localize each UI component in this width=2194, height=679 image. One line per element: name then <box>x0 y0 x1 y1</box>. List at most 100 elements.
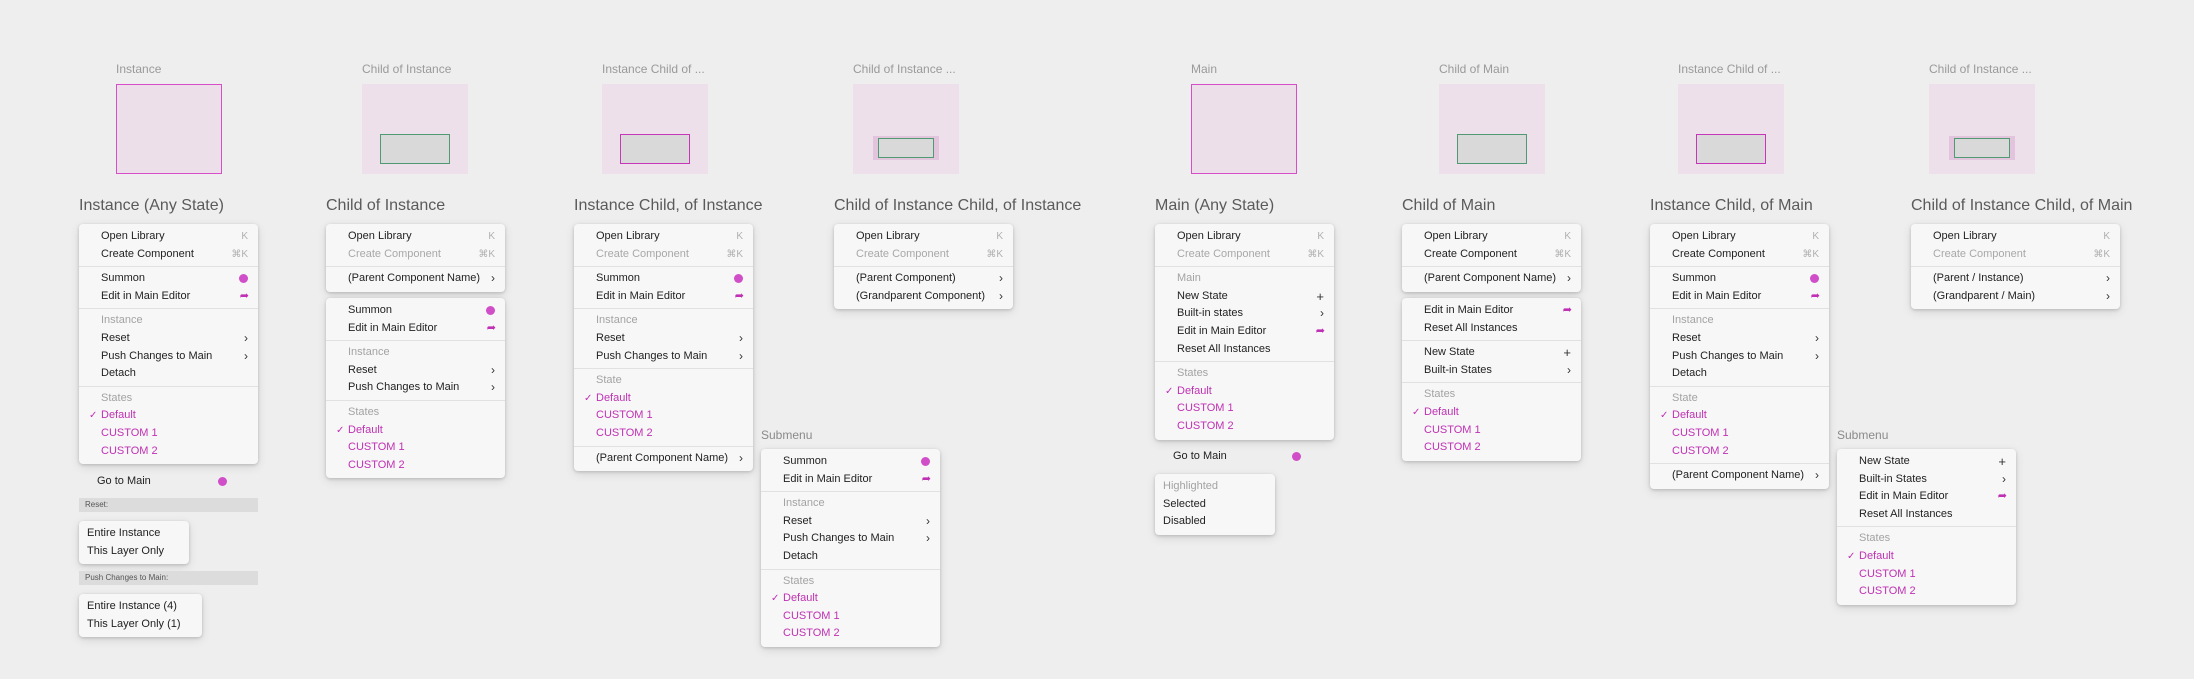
thumb-frame[interactable] <box>1929 84 2035 174</box>
menu-item-grandparent-component[interactable]: (Grandparent Component) › <box>834 288 1013 306</box>
menu-item-push-changes[interactable]: Push Changes to Main › <box>761 530 940 548</box>
menu-item-open-library[interactable]: Open Library K <box>1911 228 2120 246</box>
menu-item-summon[interactable]: Summon <box>761 453 940 471</box>
menu-item-edit-main[interactable]: Edit in Main Editor ➦ <box>79 288 258 306</box>
thumb-frame[interactable] <box>1191 84 1297 174</box>
menu-item-state-custom1[interactable]: CUSTOM 1 <box>1650 425 1829 443</box>
thumb-frame[interactable] <box>1678 84 1784 174</box>
menu-item-edit-main[interactable]: Edit in Main Editor ➦ <box>761 471 940 489</box>
menu-item-disabled[interactable]: Disabled <box>1155 513 1275 531</box>
menu-item-create-component[interactable]: Create Component ⌘K <box>1402 246 1581 264</box>
menu-item-state-default[interactable]: ✓ Default <box>1402 404 1581 422</box>
menu-item-new-state[interactable]: New State + <box>1402 344 1581 362</box>
menu-item-state-custom2[interactable]: CUSTOM 2 <box>574 425 753 443</box>
menu-item-reset-all[interactable]: Reset All Instances <box>1837 506 2016 524</box>
menu-item-summon[interactable]: Summon <box>326 302 505 320</box>
menu-item-push-changes[interactable]: Push Changes to Main › <box>1650 348 1829 366</box>
menu-item-state-custom1[interactable]: CUSTOM 1 <box>574 407 753 425</box>
menu-item-state-custom1[interactable]: CUSTOM 1 <box>1402 422 1581 440</box>
menu-item-state-custom2[interactable]: CUSTOM 2 <box>761 625 940 643</box>
menu-item-detach[interactable]: Detach <box>79 365 258 383</box>
menu-item-state-custom2[interactable]: CUSTOM 2 <box>1402 439 1581 457</box>
label: Default <box>1859 549 1894 562</box>
menu-item-open-library[interactable]: Open Library K <box>79 228 258 246</box>
thumb-frame[interactable] <box>602 84 708 174</box>
menu-item-detach[interactable]: Detach <box>1650 365 1829 383</box>
menu-item-edit-main[interactable]: Edit in Main Editor ➦ <box>1155 323 1334 341</box>
menu-item-state-default[interactable]: ✓ Default <box>574 390 753 408</box>
menu-item-state-default[interactable]: ✓ Default <box>79 407 258 425</box>
menu-item-reset[interactable]: Reset › <box>326 362 505 380</box>
menu-item-reset[interactable]: Reset › <box>79 330 258 348</box>
highlight-state-menu: Highlighted Selected Disabled <box>1155 474 1275 535</box>
menu-item-builtin-states[interactable]: Built-in States › <box>1837 471 2016 489</box>
menu-item-parent-component[interactable]: (Parent Component) › <box>834 270 1013 288</box>
menu-item-state-default[interactable]: ✓ Default <box>326 422 505 440</box>
shortcut: K <box>996 231 1003 242</box>
menu-item-builtin-states[interactable]: Built-in states › <box>1155 305 1334 323</box>
menu-item-this-layer-only[interactable]: This Layer Only <box>79 543 189 561</box>
menu-item-open-library[interactable]: Open Library K <box>1650 228 1829 246</box>
thumb-frame[interactable] <box>853 84 959 174</box>
menu-item-state-custom1[interactable]: CUSTOM 1 <box>79 425 258 443</box>
menu-item-reset[interactable]: Reset › <box>761 513 940 531</box>
menu-item-grandparent-main[interactable]: (Grandparent / Main) › <box>1911 288 2120 306</box>
menu-item-summon[interactable]: Summon <box>574 270 753 288</box>
menu-item-state-custom1[interactable]: CUSTOM 1 <box>761 608 940 626</box>
menu-item-edit-main[interactable]: Edit in Main Editor ➦ <box>1402 302 1581 320</box>
menu-item-state-custom1[interactable]: CUSTOM 1 <box>1837 566 2016 584</box>
menu-item-open-library[interactable]: Open Library K <box>1155 228 1334 246</box>
go-to-main-item[interactable]: Go to Main <box>97 475 151 487</box>
menu-item-parent-instance[interactable]: (Parent / Instance) › <box>1911 270 2120 288</box>
menu-item-edit-main[interactable]: Edit in Main Editor ➦ <box>1837 488 2016 506</box>
menu-item-edit-main[interactable]: Edit in Main Editor ➦ <box>1650 288 1829 306</box>
menu-item-new-state[interactable]: New State + <box>1155 288 1334 306</box>
menu-item-open-library[interactable]: Open Library K <box>1402 228 1581 246</box>
menu-item-push-changes[interactable]: Push Changes to Main › <box>326 379 505 397</box>
menu-item-summon[interactable]: Summon <box>79 270 258 288</box>
menu-item-reset[interactable]: Reset › <box>574 330 753 348</box>
menu-item-state-custom2[interactable]: CUSTOM 2 <box>1837 583 2016 601</box>
thumb-child <box>1457 134 1527 164</box>
menu-item-state-default[interactable]: ✓ Default <box>1155 383 1334 401</box>
menu-item-reset-all[interactable]: Reset All Instances <box>1155 341 1334 359</box>
menu-item-edit-main[interactable]: Edit in Main Editor ➦ <box>326 320 505 338</box>
thumb-frame[interactable] <box>1439 84 1545 174</box>
menu-item-reset[interactable]: Reset › <box>1650 330 1829 348</box>
menu-item-state-custom1[interactable]: CUSTOM 1 <box>1155 400 1334 418</box>
menu-item-state-custom2[interactable]: CUSTOM 2 <box>1650 443 1829 461</box>
thumb-frame[interactable] <box>116 84 222 174</box>
menu-item-open-library[interactable]: Open Library K <box>834 228 1013 246</box>
menu-item-entire-instance[interactable]: Entire Instance <box>79 525 189 543</box>
go-to-main-item[interactable]: Go to Main <box>1173 450 1227 462</box>
menu-item-state-default[interactable]: ✓ Default <box>1650 407 1829 425</box>
menu-item-state-custom2[interactable]: CUSTOM 2 <box>326 457 505 475</box>
menu-item-push-changes[interactable]: Push Changes to Main › <box>79 348 258 366</box>
menu-item-state-custom1[interactable]: CUSTOM 1 <box>326 439 505 457</box>
menu-item-open-library[interactable]: Open Library K <box>574 228 753 246</box>
menu-item-selected[interactable]: Selected <box>1155 496 1275 514</box>
menu-item-state-custom2[interactable]: CUSTOM 2 <box>1155 418 1334 436</box>
menu-item-summon[interactable]: Summon <box>1650 270 1829 288</box>
menu-item-detach[interactable]: Detach <box>761 548 940 566</box>
menu-item-parent-component[interactable]: (Parent Component Name) › <box>1402 270 1581 288</box>
menu-item-entire-instance-count[interactable]: Entire Instance (4) <box>79 598 202 616</box>
menu-item-builtin-states[interactable]: Built-in States › <box>1402 362 1581 380</box>
menu-item-open-library[interactable]: Open Library K <box>326 228 505 246</box>
label: Reset <box>783 514 812 527</box>
menu-item-parent-component[interactable]: (Parent Component Name) › <box>326 270 505 288</box>
thumb-frame[interactable] <box>362 84 468 174</box>
menu-item-create-component[interactable]: Create Component ⌘K <box>79 246 258 264</box>
menu-item-parent-component[interactable]: (Parent Component Name) › <box>574 450 753 468</box>
label: (Parent / Instance) <box>1933 272 2024 285</box>
menu-item-create-component[interactable]: Create Component ⌘K <box>1650 246 1829 264</box>
menu-item-edit-main[interactable]: Edit in Main Editor ➦ <box>574 288 753 306</box>
menu-item-state-default[interactable]: ✓ Default <box>1837 548 2016 566</box>
menu-item-this-layer-count[interactable]: This Layer Only (1) <box>79 616 202 634</box>
menu-item-state-custom2[interactable]: CUSTOM 2 <box>79 443 258 461</box>
menu-item-state-default[interactable]: ✓ Default <box>761 590 940 608</box>
menu-item-reset-all[interactable]: Reset All Instances <box>1402 320 1581 338</box>
menu-item-new-state[interactable]: New State + <box>1837 453 2016 471</box>
menu-item-push-changes[interactable]: Push Changes to Main › <box>574 348 753 366</box>
menu-item-parent-component[interactable]: (Parent Component Name) › <box>1650 467 1829 485</box>
